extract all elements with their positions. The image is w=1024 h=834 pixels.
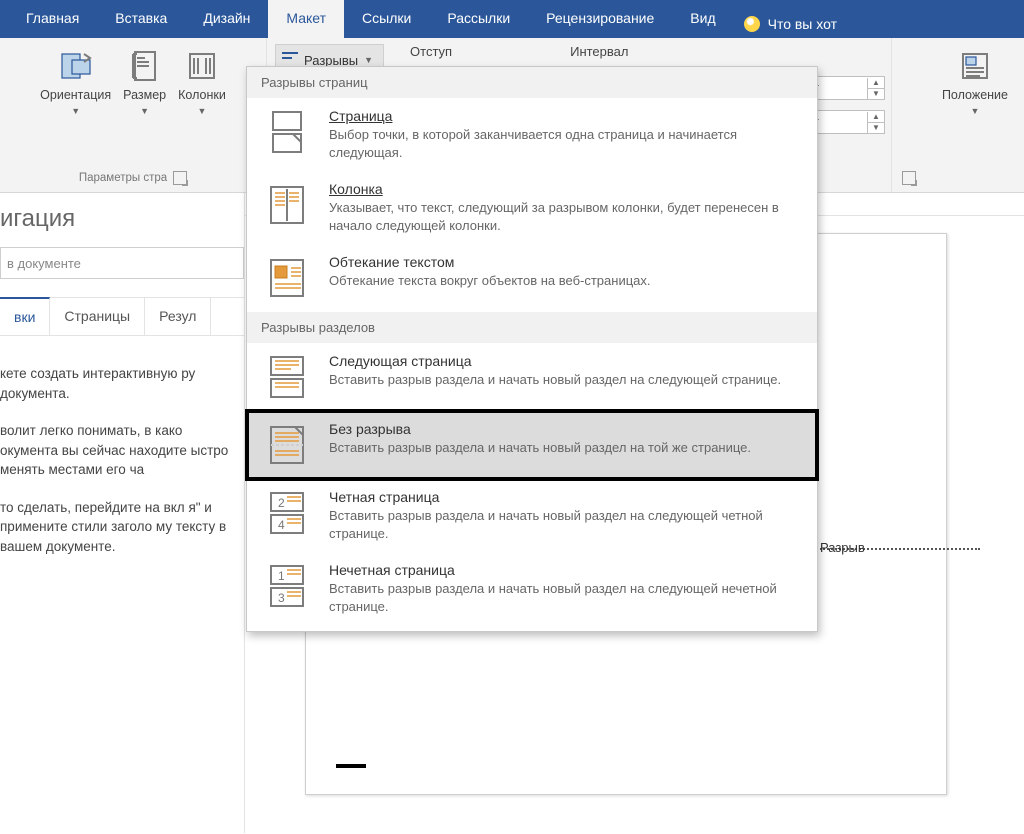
- spacing-label: Интервал: [570, 44, 628, 59]
- menu-item-title: Следующая страница: [329, 353, 781, 369]
- chevron-down-icon: ▼: [71, 106, 80, 116]
- spin-down-icon[interactable]: ▼: [868, 89, 884, 99]
- orientation-button[interactable]: Ориентация ▼: [34, 44, 117, 120]
- annotation-label: Разрыв: [820, 540, 865, 555]
- tell-me-search[interactable]: Что вы хот: [734, 0, 837, 38]
- navigation-pane: игация в документе вки Страницы Резул ке…: [0, 193, 244, 833]
- menu-item-odd-page-section[interactable]: 13 Нечетная страницаВставить разрыв разд…: [247, 552, 817, 625]
- ribbon: Ориентация ▼ Размер ▼ Колонки ▼ Параметр…: [0, 38, 1024, 193]
- next-page-section-icon: [263, 353, 311, 401]
- nav-tab-results[interactable]: Резул: [145, 298, 211, 335]
- dialog-launcher-icon[interactable]: [902, 171, 916, 185]
- nav-tab-headings[interactable]: вки: [0, 297, 50, 335]
- nav-body-text: кете создать интерактивную ру документа.…: [0, 336, 244, 557]
- spin-down-icon[interactable]: ▼: [868, 123, 884, 133]
- columns-button[interactable]: Колонки ▼: [172, 44, 232, 120]
- breaks-dropdown-menu: Разрывы страниц Страница Выбор точки, в к…: [246, 66, 818, 632]
- menu-item-title: Нечетная страница: [329, 562, 789, 578]
- svg-text:3: 3: [278, 591, 285, 605]
- dialog-launcher-icon[interactable]: [173, 171, 187, 185]
- menu-item-desc: Указывает, что текст, следующий за разры…: [329, 199, 789, 234]
- spin-up-icon[interactable]: ▲: [868, 78, 884, 89]
- page-setup-group-label: Параметры стра: [79, 169, 187, 189]
- tell-me-label: Что вы хот: [768, 16, 837, 32]
- page-size-icon: [127, 48, 163, 84]
- menu-item-desc: Выбор точки, в которой заканчивается одн…: [329, 126, 789, 161]
- tab-insert[interactable]: Вставка: [97, 0, 185, 38]
- chevron-down-icon: ▼: [140, 106, 149, 116]
- menu-item-next-page-section[interactable]: Следующая страница Вставить разрыв раздел…: [247, 343, 817, 411]
- position-button[interactable]: Положение ▼: [936, 44, 1014, 120]
- menu-item-desc: Вставить разрыв раздела и начать новый р…: [329, 580, 789, 615]
- orientation-icon: [58, 48, 94, 84]
- menu-item-even-page-section[interactable]: 24 Четная страницаВставить разрыв раздел…: [247, 479, 817, 552]
- nav-search-placeholder: в документе: [7, 256, 81, 271]
- size-button[interactable]: Размер ▼: [117, 44, 172, 120]
- indent-label: Отступ: [410, 44, 452, 59]
- tab-design[interactable]: Дизайн: [185, 0, 268, 38]
- even-page-section-icon: 24: [263, 489, 311, 537]
- tab-layout[interactable]: Макет: [268, 0, 344, 38]
- columns-icon: [184, 48, 220, 84]
- menu-section-section-breaks: Разрывы разделов: [247, 312, 817, 343]
- nav-tabs: вки Страницы Резул: [0, 297, 244, 336]
- chevron-down-icon: ▼: [364, 55, 373, 65]
- menu-item-desc: Вставить разрыв раздела и начать новый р…: [329, 371, 781, 389]
- tab-home[interactable]: Главная: [8, 0, 97, 38]
- nav-search-input[interactable]: в документе: [0, 247, 244, 279]
- svg-text:2: 2: [278, 496, 285, 510]
- columns-label: Колонки: [178, 88, 226, 102]
- continuous-section-icon: [263, 421, 311, 469]
- menu-item-title: Колонка: [329, 181, 789, 197]
- text-wrap-break-icon: [263, 254, 311, 302]
- menu-item-title: Страница: [329, 108, 789, 124]
- nav-tab-pages[interactable]: Страницы: [50, 298, 145, 335]
- menu-item-column-break[interactable]: Колонка Указывает, что текст, следующий з…: [247, 171, 817, 244]
- menu-section-page-breaks: Разрывы страниц: [247, 67, 817, 98]
- position-label: Положение: [942, 88, 1008, 102]
- tab-review[interactable]: Рецензирование: [528, 0, 672, 38]
- orientation-label: Ориентация: [40, 88, 111, 102]
- nav-pane-title: игация: [0, 205, 244, 247]
- menu-item-title: Обтекание текстом: [329, 254, 651, 270]
- svg-text:1: 1: [278, 569, 285, 583]
- svg-text:4: 4: [278, 518, 285, 532]
- size-label: Размер: [123, 88, 166, 102]
- chevron-down-icon: ▼: [971, 106, 980, 116]
- chevron-down-icon: ▼: [198, 106, 207, 116]
- menu-item-title: Четная страница: [329, 489, 789, 505]
- page-break-icon: [263, 108, 311, 156]
- tab-references[interactable]: Ссылки: [344, 0, 429, 38]
- column-break-icon: [263, 181, 311, 229]
- menu-item-desc: Обтекание текста вокруг объектов на веб-…: [329, 272, 651, 290]
- menu-item-page-break[interactable]: Страница Выбор точки, в которой заканчива…: [247, 98, 817, 171]
- menu-item-desc: Вставить разрыв раздела и начать новый р…: [329, 439, 751, 457]
- tab-view[interactable]: Вид: [672, 0, 733, 38]
- menu-item-text-wrapping-break[interactable]: Обтекание текстом Обтекание текста вокруг…: [247, 244, 817, 312]
- lightbulb-icon: [744, 16, 760, 32]
- menu-item-title: Без разрыва: [329, 421, 751, 437]
- odd-page-section-icon: 13: [263, 562, 311, 610]
- tab-mailings[interactable]: Рассылки: [429, 0, 528, 38]
- menu-item-continuous-section[interactable]: Без разрыва Вставить разрыв раздела и нач…: [247, 411, 817, 479]
- section-break-mark: [336, 764, 366, 768]
- position-icon: [957, 48, 993, 84]
- ribbon-tabbar: Главная Вставка Дизайн Макет Ссылки Расс…: [0, 0, 1024, 38]
- menu-item-desc: Вставить разрыв раздела и начать новый р…: [329, 507, 789, 542]
- spin-up-icon[interactable]: ▲: [868, 112, 884, 123]
